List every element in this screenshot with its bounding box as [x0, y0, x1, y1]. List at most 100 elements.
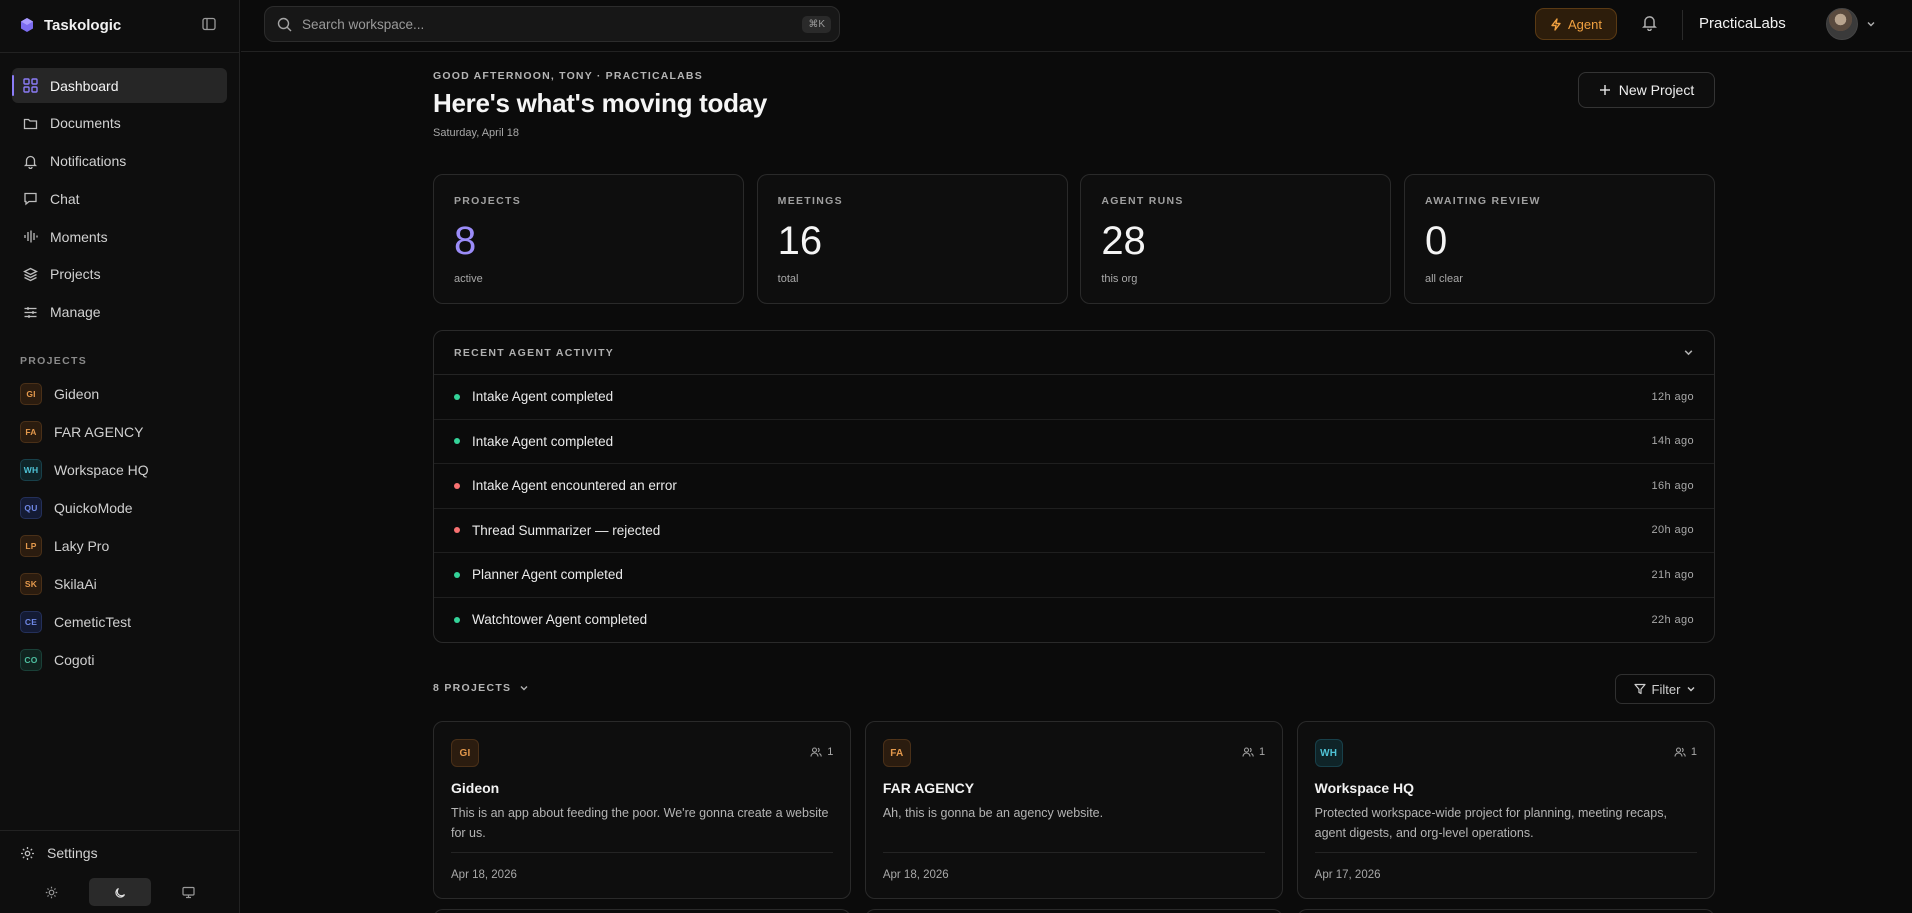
project-card-date: Apr 18, 2026: [882, 869, 949, 881]
project-badge: GI: [451, 739, 479, 767]
lightning-icon: [1551, 17, 1561, 31]
sidebar-item-label: Manage: [50, 304, 101, 321]
search-input[interactable]: [302, 16, 793, 32]
projects-count-toggle[interactable]: 8 PROJECTS: [433, 682, 529, 694]
sidebar-project-list: GI Gideon FA FAR AGENCY WH Workspace HQ …: [12, 375, 227, 679]
notifications-button[interactable]: [1641, 14, 1661, 34]
project-name: Laky Pro: [54, 538, 110, 554]
stat-label: AGENT RUNS: [1101, 195, 1184, 207]
users-icon: [1242, 747, 1254, 757]
activity-row[interactable]: Planner Agent completed 21h ago: [434, 553, 1714, 598]
layers-icon: [22, 266, 38, 282]
project-badge: GI: [20, 383, 42, 405]
monitor-icon: [182, 886, 195, 898]
project-badge: WH: [1314, 739, 1343, 767]
sidebar-nav: Dashboard Documents Notifications Chat M…: [12, 68, 227, 333]
page-date: Saturday, April 18: [433, 127, 520, 139]
project-card-description: This is an app about feeding the poor. W…: [451, 806, 829, 840]
filter-button[interactable]: Filter: [1615, 674, 1715, 704]
avatar: [1826, 8, 1858, 40]
project-badge: CO: [20, 649, 42, 671]
activity-text: Watchtower Agent completed: [472, 612, 648, 628]
sidebar-project-cemetictest[interactable]: CE CemeticTest: [12, 603, 227, 641]
brand[interactable]: Taskologic: [20, 15, 121, 35]
activity-row[interactable]: Intake Agent encountered an error 16h ag…: [434, 464, 1714, 509]
sidebar-project-laky-pro[interactable]: LP Laky Pro: [12, 527, 227, 565]
sidebar-project-far-agency[interactable]: FA FAR AGENCY: [12, 413, 227, 451]
stat-value: 0: [1424, 219, 1448, 263]
stat-value: 28: [1101, 219, 1146, 263]
stat-sub: active: [454, 273, 483, 285]
sidebar-item-moments[interactable]: Moments: [12, 219, 227, 254]
project-card-date: Apr 17, 2026: [1314, 869, 1381, 881]
theme-switcher: [20, 878, 220, 906]
project-card-workspace-hq[interactable]: WH 1 Workspace HQ Protected workspace-wi…: [1296, 721, 1715, 899]
sidebar-item-label: Chat: [50, 190, 80, 207]
sidebar-divider: [0, 830, 239, 831]
collapse-sidebar-button[interactable]: [199, 14, 219, 34]
stat-card-projects: PROJECTS 8 active: [433, 174, 745, 304]
bell-icon: [1642, 16, 1657, 32]
theme-dark-button[interactable]: [88, 878, 152, 906]
sidebar-item-notifications[interactable]: Notifications: [12, 144, 227, 179]
project-card-partial[interactable]: [864, 909, 1284, 913]
project-name: CemeticTest: [54, 614, 132, 630]
activity-time: 16h ago: [1651, 479, 1694, 492]
new-project-button[interactable]: New Project: [1578, 72, 1715, 108]
theme-system-button[interactable]: [157, 878, 220, 906]
sidebar-item-documents[interactable]: Documents: [12, 106, 227, 141]
sidebar-item-label: Moments: [50, 228, 108, 245]
sidebar-item-projects[interactable]: Projects: [12, 257, 227, 292]
user-menu[interactable]: [1826, 8, 1876, 40]
page-title: Here's what's moving today: [433, 88, 767, 118]
waveform-icon: [22, 229, 38, 245]
activity-time: 20h ago: [1651, 524, 1694, 537]
sidebar-project-quickomode[interactable]: QU QuickoMode: [12, 489, 227, 527]
search-bar[interactable]: ⌘K: [264, 6, 840, 42]
projects-count-label: 8 PROJECTS: [433, 682, 512, 694]
members-count: 1: [1674, 746, 1697, 758]
activity-row[interactable]: Intake Agent completed 12h ago: [434, 375, 1714, 420]
project-badge: WH: [20, 459, 42, 481]
project-card-gideon[interactable]: GI 1 Gideon This is an app about feeding…: [433, 721, 852, 899]
activity-header[interactable]: RECENT AGENT ACTIVITY: [434, 331, 1714, 375]
agent-button[interactable]: Agent: [1535, 8, 1617, 40]
project-name: Gideon: [54, 386, 100, 402]
sidebar-project-cogoti[interactable]: CO Cogoti: [12, 641, 227, 679]
status-dot-success: [454, 571, 460, 578]
project-card-partial[interactable]: [1296, 909, 1715, 913]
sidebar-project-gideon[interactable]: GI Gideon: [12, 375, 227, 413]
project-card-date: Apr 18, 2026: [451, 869, 517, 881]
members-count-value: 1: [1259, 746, 1266, 758]
users-icon: [1674, 747, 1686, 757]
project-badge: LP: [20, 535, 42, 557]
activity-time: 12h ago: [1651, 390, 1694, 403]
card-divider: [882, 852, 1266, 853]
project-badge: SK: [20, 573, 42, 595]
sidebar-item-label: Dashboard: [50, 77, 119, 94]
greeting: GOOD AFTERNOON, TONY · PRACTICALABS: [433, 70, 703, 82]
search-icon: [277, 17, 292, 31]
stats-row: PROJECTS 8 active MEETINGS 16 total AGEN…: [433, 174, 1716, 304]
stat-card-agent-runs: AGENT RUNS 28 this org: [1080, 174, 1392, 304]
org-name[interactable]: PracticaLabs: [1699, 15, 1786, 32]
sidebar-project-workspace-hq[interactable]: WH Workspace HQ: [12, 451, 227, 489]
chevron-down-icon[interactable]: [1683, 347, 1694, 358]
project-name: FAR AGENCY: [54, 424, 144, 440]
sidebar-item-dashboard[interactable]: Dashboard: [12, 68, 227, 103]
theme-light-button[interactable]: [20, 878, 83, 906]
sidebar-item-label: Projects: [50, 266, 101, 283]
chevron-down-icon: [1687, 687, 1695, 692]
sun-icon: [45, 886, 58, 898]
sidebar-item-manage[interactable]: Manage: [12, 295, 227, 330]
activity-row[interactable]: Thread Summarizer — rejected 20h ago: [434, 509, 1714, 553]
project-card-far-agency[interactable]: FA 1 FAR AGENCY Ah, this is gonna be an …: [864, 721, 1284, 899]
sidebar-item-settings[interactable]: Settings: [20, 845, 98, 861]
activity-row[interactable]: Intake Agent completed 14h ago: [434, 420, 1714, 464]
stat-sub: total: [777, 273, 799, 285]
sidebar-toggle-icon: [202, 17, 216, 31]
activity-row[interactable]: Watchtower Agent completed 22h ago: [434, 598, 1714, 643]
sidebar-item-chat[interactable]: Chat: [12, 181, 227, 216]
project-card-partial[interactable]: [433, 909, 852, 913]
sidebar-project-skilaai[interactable]: SK SkilaAi: [12, 565, 227, 603]
